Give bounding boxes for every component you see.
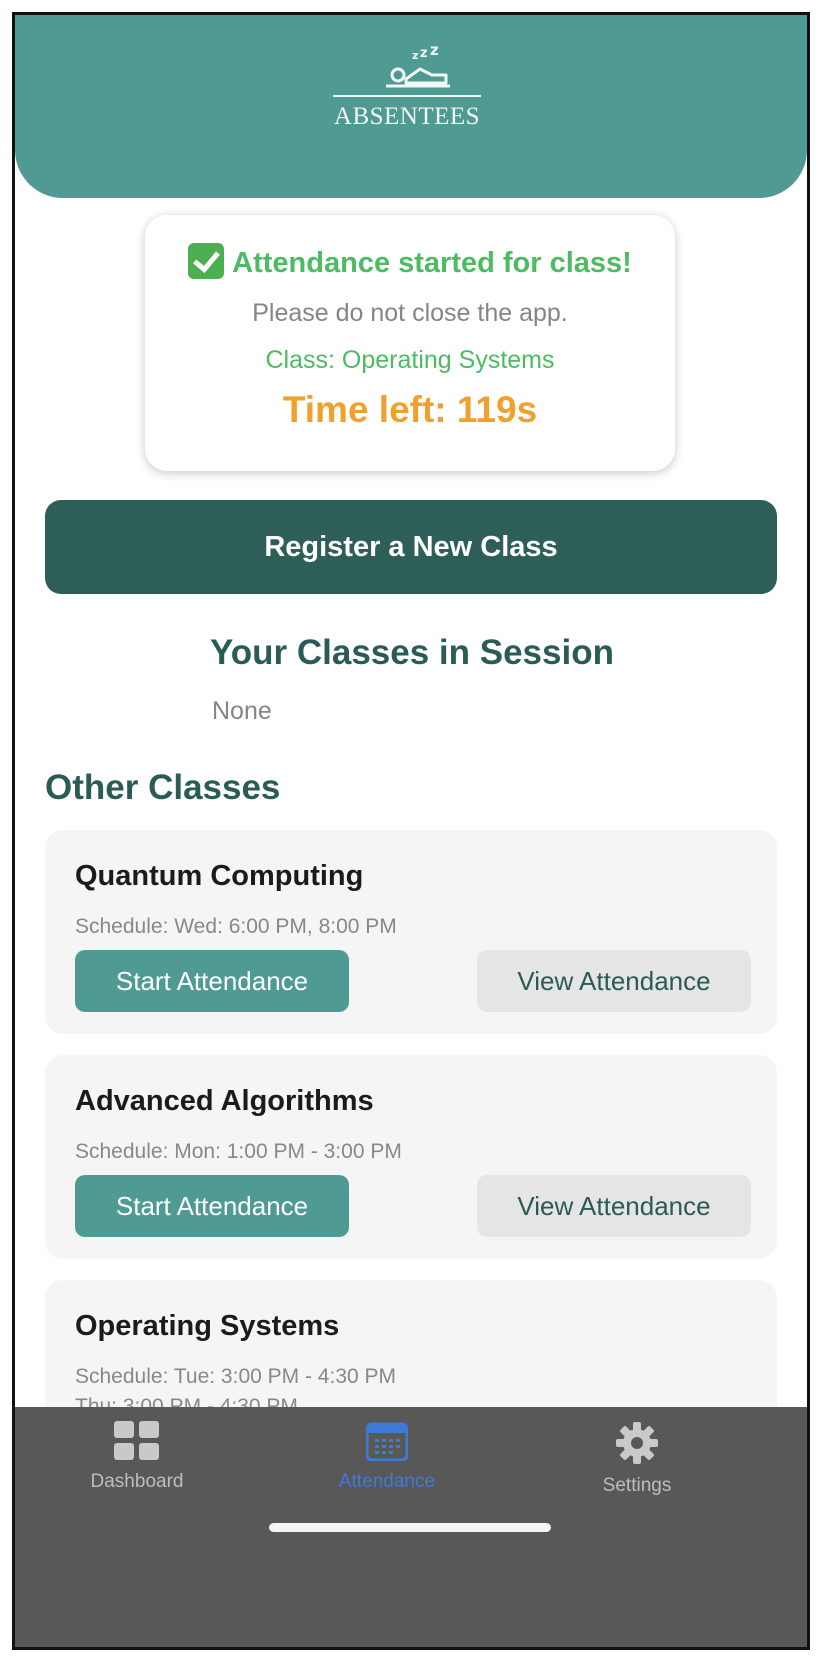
attendance-status-card: Attendance started for class! Please do …: [145, 215, 675, 471]
banner-title-text: Attendance started for class!: [232, 247, 632, 279]
classes-in-session-heading: Your Classes in Session: [210, 633, 614, 672]
view-attendance-button[interactable]: View Attendance: [477, 950, 751, 1012]
register-class-button[interactable]: Register a New Class: [45, 500, 777, 594]
calendar-icon: [366, 1422, 408, 1461]
tab-settings[interactable]: Settings: [537, 1421, 737, 1497]
home-indicator: [269, 1523, 551, 1532]
tab-label: Dashboard: [90, 1471, 184, 1492]
banner-class-name: Class: Operating Systems: [265, 346, 555, 374]
class-name: Advanced Algorithms: [75, 1085, 374, 1117]
attendance-started-title: Attendance started for class!: [145, 243, 675, 280]
svg-text:z: z: [412, 49, 418, 62]
svg-text:z: z: [430, 45, 439, 59]
dashboard-grid-icon: [114, 1421, 159, 1460]
class-schedule: Schedule: Mon: 1:00 PM - 3:00 PM: [75, 1140, 402, 1163]
class-card: Quantum Computing Schedule: Wed: 6:00 PM…: [45, 830, 777, 1034]
attendance-timer: Time left: 119s: [282, 389, 538, 430]
class-name: Quantum Computing: [75, 860, 364, 892]
bottom-tab-bar: Dashboard Attendance Settings: [15, 1407, 807, 1647]
view-attendance-button[interactable]: View Attendance: [477, 1175, 751, 1237]
checkmark-icon: [188, 243, 225, 279]
tab-dashboard[interactable]: Dashboard: [37, 1421, 237, 1493]
phone-frame: z z z ABSENTEES Attendance started for c…: [12, 12, 810, 1650]
tab-attendance[interactable]: Attendance: [287, 1421, 487, 1493]
tab-label: Settings: [602, 1475, 672, 1496]
tab-label: Attendance: [338, 1471, 436, 1492]
sleeping-person-icon: z z z: [386, 45, 450, 88]
app-logo: z z z ABSENTEES: [333, 45, 481, 131]
other-classes-heading: Other Classes: [45, 768, 281, 807]
start-attendance-button[interactable]: Start Attendance: [75, 950, 349, 1012]
gear-icon: [616, 1422, 658, 1464]
class-schedule-line: Schedule: Tue: 3:00 PM - 4:30 PM: [75, 1365, 397, 1388]
classes-in-session-empty: None: [212, 697, 272, 725]
banner-note: Please do not close the app.: [252, 299, 568, 327]
class-schedule: Schedule: Wed: 6:00 PM, 8:00 PM: [75, 915, 397, 938]
svg-text:z: z: [420, 46, 428, 61]
start-attendance-button[interactable]: Start Attendance: [75, 1175, 349, 1237]
class-name: Operating Systems: [75, 1310, 340, 1342]
app-header: z z z ABSENTEES: [15, 15, 807, 198]
logo-divider: [333, 95, 481, 97]
logo-text: ABSENTEES: [333, 103, 481, 130]
class-card: Advanced Algorithms Schedule: Mon: 1:00 …: [45, 1055, 777, 1259]
